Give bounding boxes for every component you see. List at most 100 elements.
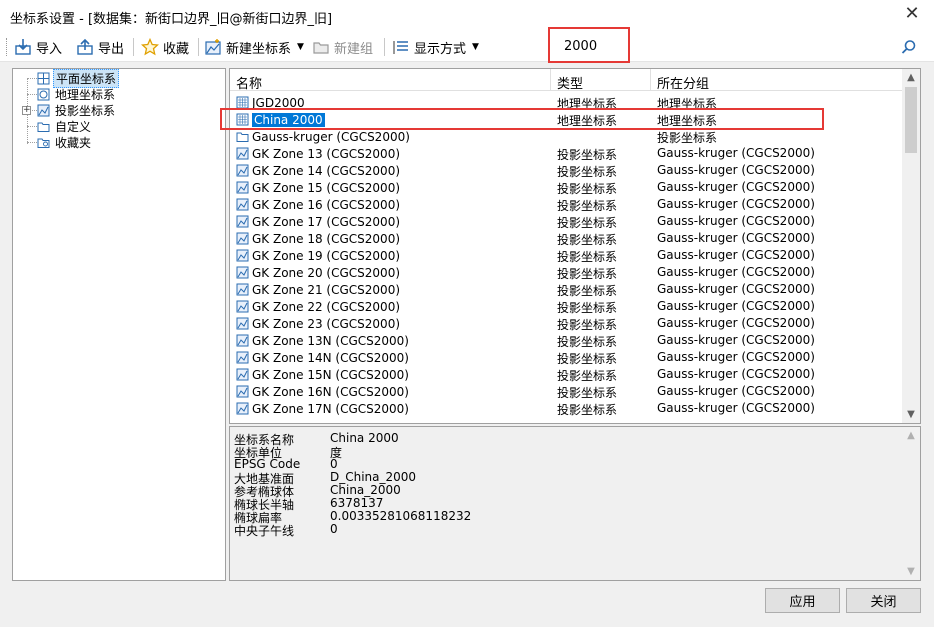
table-row[interactable]: JGD2000 地理坐标系 地理坐标系 — [230, 94, 902, 111]
table-row[interactable]: China 2000 地理坐标系 地理坐标系 — [230, 111, 902, 128]
projected-cs-icon — [236, 368, 249, 381]
detail-value: 0 — [330, 522, 338, 536]
column-divider[interactable] — [650, 69, 651, 91]
row-name-cell: GK Zone 17N (CGCS2000) — [236, 400, 409, 417]
row-name-cell: GK Zone 14 (CGCS2000) — [236, 162, 400, 179]
table-row[interactable]: GK Zone 20 (CGCS2000) 投影坐标系 Gauss-kruger (… — [230, 264, 902, 281]
import-button[interactable]: 导入 — [14, 36, 62, 58]
row-name: GK Zone 16 (CGCS2000) — [252, 197, 401, 212]
close-icon[interactable]: ✕ — [904, 5, 920, 23]
table-row[interactable]: GK Zone 13N (CGCS2000) 投影坐标系 Gauss-kruger … — [230, 332, 902, 349]
scroll-up-icon[interactable]: ▲ — [902, 69, 920, 86]
geographic-cs-icon — [37, 88, 50, 100]
row-name-cell: GK Zone 14N (CGCS2000) — [236, 349, 409, 366]
row-name: GK Zone 13N (CGCS2000) — [252, 333, 409, 348]
detail-value: 0.00335281068118232 — [330, 509, 472, 523]
row-type: 地理坐标系 — [557, 97, 618, 111]
toolbar-grip[interactable] — [6, 38, 8, 56]
table-row[interactable]: GK Zone 21 (CGCS2000) 投影坐标系 Gauss-kruger (… — [230, 281, 902, 298]
row-name-cell: GK Zone 13N (CGCS2000) — [236, 332, 409, 349]
table-row[interactable]: GK Zone 18 (CGCS2000) 投影坐标系 Gauss-kruger (… — [230, 230, 902, 247]
tree-item-favorites[interactable]: 收藏夹 — [37, 134, 93, 150]
table-row[interactable]: GK Zone 19 (CGCS2000) 投影坐标系 Gauss-kruger (… — [230, 247, 902, 264]
table-row[interactable]: GK Zone 23 (CGCS2000) 投影坐标系 Gauss-kruger (… — [230, 315, 902, 332]
scroll-down-icon[interactable]: ▼ — [902, 563, 920, 580]
column-header-type[interactable]: 类型 — [557, 73, 583, 92]
expand-toggle-icon[interactable]: + — [22, 106, 31, 115]
category-tree[interactable]: + 平面坐标系 地理坐标系 投影坐标系 自定义 收藏夹 — [12, 68, 226, 581]
new-group-button[interactable]: 新建组 — [312, 36, 373, 58]
export-button[interactable]: 导出 — [76, 36, 124, 58]
column-header-name[interactable]: 名称 — [236, 73, 262, 92]
tree-item-label: 投影坐标系 — [55, 103, 116, 118]
row-name: GK Zone 16N (CGCS2000) — [252, 384, 409, 399]
row-name-cell: GK Zone 15 (CGCS2000) — [236, 179, 400, 196]
row-group: 投影坐标系 — [657, 131, 718, 145]
detail-key: EPSG Code — [234, 457, 301, 471]
row-name-cell: GK Zone 15N (CGCS2000) — [236, 366, 409, 383]
projected-cs-icon — [236, 334, 249, 347]
favorite-label: 收藏 — [163, 41, 190, 57]
row-name: GK Zone 19 (CGCS2000) — [252, 248, 401, 263]
column-divider[interactable] — [550, 69, 551, 91]
new-group-icon — [313, 42, 329, 54]
new-coordinate-system-button[interactable]: 新建坐标系 ▼ — [204, 36, 304, 58]
display-mode-button[interactable]: 显示方式 ▼ — [392, 36, 479, 58]
table-row[interactable]: GK Zone 22 (CGCS2000) 投影坐标系 Gauss-kruger (… — [230, 298, 902, 315]
table-row[interactable]: GK Zone 16N (CGCS2000) 投影坐标系 Gauss-kruger … — [230, 383, 902, 400]
projected-cs-icon — [236, 147, 249, 160]
row-name-cell: JGD2000 — [236, 94, 305, 111]
projected-cs-icon — [236, 164, 249, 177]
table-row[interactable]: GK Zone 14N (CGCS2000) 投影坐标系 Gauss-kruger … — [230, 349, 902, 366]
table-row[interactable]: GK Zone 17N (CGCS2000) 投影坐标系 Gauss-kruger … — [230, 400, 902, 417]
export-icon — [77, 38, 93, 55]
search-input[interactable]: 2000 — [548, 27, 630, 63]
row-group: Gauss-kruger (CGCS2000) — [657, 367, 815, 381]
projected-cs-icon — [236, 181, 249, 194]
display-mode-label: 显示方式 — [414, 41, 467, 57]
row-name-cell: GK Zone 19 (CGCS2000) — [236, 247, 400, 264]
scroll-down-icon[interactable]: ▼ — [902, 406, 920, 423]
table-row[interactable]: Gauss-kruger (CGCS2000) 投影坐标系 — [230, 128, 902, 145]
toolbar-separator — [133, 38, 134, 56]
favorite-button[interactable]: 收藏 — [141, 36, 189, 58]
table-row[interactable]: GK Zone 15N (CGCS2000) 投影坐标系 Gauss-kruger … — [230, 366, 902, 383]
row-group: Gauss-kruger (CGCS2000) — [657, 282, 815, 296]
row-type: 投影坐标系 — [557, 250, 618, 264]
row-type: 投影坐标系 — [557, 216, 618, 230]
details-scrollbar[interactable]: ▲ ▼ — [902, 427, 920, 580]
close-button[interactable]: 关闭 — [846, 588, 921, 613]
table-row[interactable]: GK Zone 14 (CGCS2000) 投影坐标系 Gauss-kruger (… — [230, 162, 902, 179]
scroll-up-icon[interactable]: ▲ — [902, 427, 920, 444]
tree-item-geographic[interactable]: 地理坐标系 — [37, 86, 117, 102]
row-type: 投影坐标系 — [557, 233, 618, 247]
row-name-cell: Gauss-kruger (CGCS2000) — [236, 128, 410, 145]
tree-item-custom[interactable]: 自定义 — [37, 118, 93, 134]
projected-cs-icon — [236, 385, 249, 398]
detail-value: 0 — [330, 457, 338, 471]
folder-icon — [37, 122, 50, 132]
coordinate-system-list[interactable]: 名称 类型 所在分组 JGD2000 地理坐标系 地理坐标系 China 2000 地理… — [229, 68, 921, 424]
row-type: 投影坐标系 — [557, 403, 618, 417]
geographic-cs-icon — [236, 96, 249, 109]
list-scrollbar[interactable]: ▲ ▼ — [902, 69, 920, 423]
table-row[interactable]: GK Zone 16 (CGCS2000) 投影坐标系 Gauss-kruger (… — [230, 196, 902, 213]
tree-item-planar[interactable]: 平面坐标系 — [37, 68, 120, 88]
apply-button[interactable]: 应用 — [765, 588, 840, 613]
column-header-group[interactable]: 所在分组 — [657, 73, 709, 92]
table-row[interactable]: GK Zone 13 (CGCS2000) 投影坐标系 Gauss-kruger (… — [230, 145, 902, 162]
tree-item-projected[interactable]: 投影坐标系 — [37, 102, 117, 118]
toolbar: 导入 导出 收藏 新建坐标系 ▼ 新建组 显示方式 ▼ — [0, 32, 934, 62]
table-row[interactable]: GK Zone 15 (CGCS2000) 投影坐标系 Gauss-kruger (… — [230, 179, 902, 196]
projected-cs-icon — [236, 232, 249, 245]
scroll-thumb[interactable] — [905, 87, 917, 153]
tree-line — [27, 94, 37, 95]
row-name-cell: GK Zone 23 (CGCS2000) — [236, 315, 400, 332]
toolbar-separator — [198, 38, 199, 56]
table-row[interactable]: GK Zone 17 (CGCS2000) 投影坐标系 Gauss-kruger (… — [230, 213, 902, 230]
search-icon[interactable] — [901, 39, 917, 55]
row-group: Gauss-kruger (CGCS2000) — [657, 384, 815, 398]
title-bar: 坐标系设置 - [数据集：新街口边界_旧@新街口边界_旧] ✕ — [0, 0, 934, 32]
row-type: 投影坐标系 — [557, 148, 618, 162]
planar-cs-icon — [37, 72, 50, 84]
